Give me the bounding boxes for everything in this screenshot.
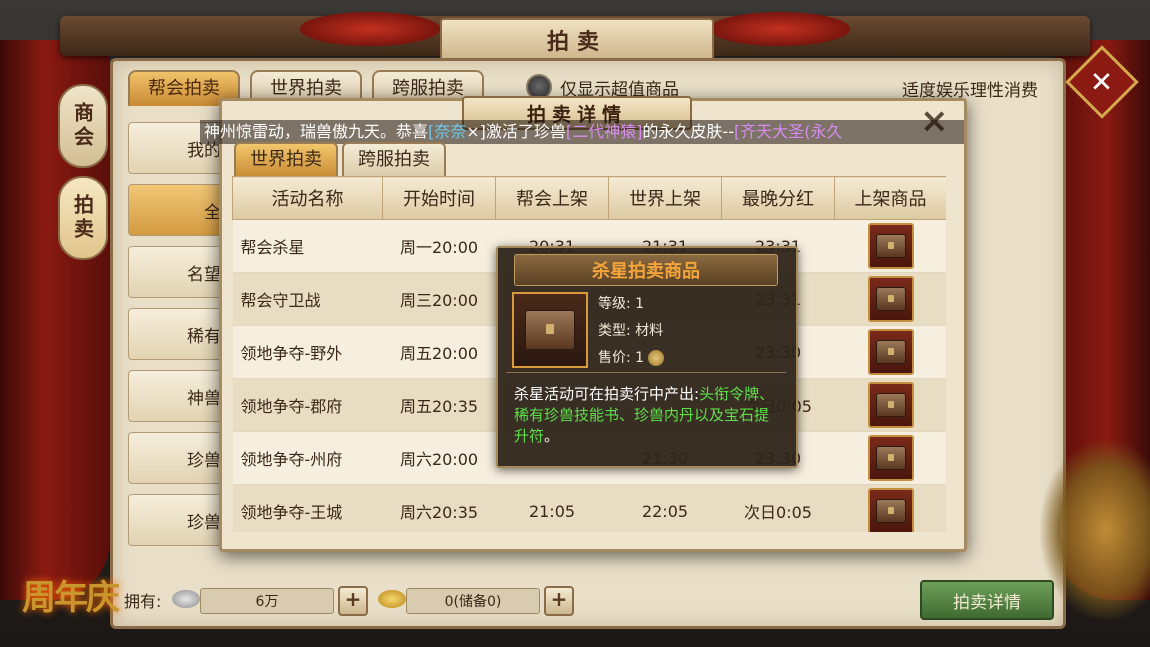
silver-ingot-icon: [172, 590, 200, 608]
right-ribbon-decoration: [710, 12, 850, 46]
category-item[interactable]: 全: [128, 184, 228, 236]
tooltip-price-row: 售价: 1: [598, 347, 665, 367]
start-time: 周六20:00: [382, 431, 496, 485]
treasure-chest-icon[interactable]: [867, 276, 914, 322]
category-item[interactable]: 珍兽: [128, 432, 228, 484]
column-header: 开始时间: [382, 176, 496, 220]
event-name: 帮会杀星: [232, 219, 383, 273]
tooltip-price: 售价: 1: [598, 350, 645, 366]
item-cell: [834, 219, 946, 273]
item-cell: [834, 325, 946, 379]
tooltip-description: 杀星活动可在拍卖行中产出:头衔令牌、稀有珍兽技能书、珍兽内丹以及宝石提升符。: [514, 384, 782, 447]
treasure-chest-icon[interactable]: [867, 329, 914, 375]
treasure-chest-icon[interactable]: [867, 382, 914, 428]
item-cell: [834, 431, 946, 485]
table-header-row: 活动名称 开始时间 帮会上架 世界上架 最晚分红 上架商品: [232, 176, 946, 220]
treasure-chest-icon: [512, 292, 588, 368]
desc-suffix: 。: [544, 427, 560, 445]
tooltip-level: 等级: 1: [598, 296, 645, 312]
dialog-tab-cross-server[interactable]: 跨服拍卖: [342, 142, 446, 176]
own-label: 拥有:: [124, 592, 162, 611]
dialog-tabs: 世界拍卖 跨服拍卖: [234, 142, 446, 176]
item-cell: [834, 378, 946, 432]
event-name: 领地争夺-州府: [232, 431, 383, 485]
event-name: 领地争夺-王城: [232, 484, 383, 532]
broadcast-skin: [齐天大圣(永久: [733, 122, 843, 141]
column-header: 世界上架: [608, 176, 722, 220]
event-name: 领地争夺-野外: [232, 325, 383, 379]
guild-list-time: 21:05: [495, 484, 609, 532]
add-gold-button[interactable]: +: [544, 586, 574, 616]
gold-ingot-icon: [378, 590, 406, 608]
system-broadcast: 神州惊雷动，瑞兽傲九天。恭喜[奈奈×]激活了珍兽[二代神猿]的永久皮肤--[齐天…: [200, 120, 964, 144]
start-time: 周五20:00: [382, 325, 496, 379]
start-time: 周五20:35: [382, 378, 496, 432]
broadcast-prefix: 神州惊雷动，瑞兽傲九天。恭喜: [204, 122, 429, 141]
category-item[interactable]: 珍兽: [128, 494, 228, 546]
treasure-chest-icon[interactable]: [867, 488, 914, 532]
coin-icon: [648, 350, 665, 366]
start-time: 周三20:00: [382, 272, 496, 326]
close-icon: ✕: [1090, 65, 1114, 99]
category-item[interactable]: 名望: [128, 246, 228, 298]
bonus-time: 次日0:05: [721, 484, 835, 532]
item-cell: [834, 484, 946, 532]
column-header: 最晚分红: [721, 176, 835, 220]
category-item[interactable]: 神兽: [128, 370, 228, 422]
event-name: 帮会守卫战: [232, 272, 383, 326]
left-ribbon-decoration: [300, 12, 440, 46]
desc-prefix: 杀星活动可在拍卖行中产出:: [514, 385, 700, 403]
broadcast-mid2: 的永久皮肤--: [642, 122, 734, 141]
gold-amount: 0(储备0): [406, 588, 540, 614]
tooltip-divider: [506, 372, 786, 373]
auction-detail-button[interactable]: 拍卖详情: [920, 580, 1054, 620]
item-cell: [834, 272, 946, 326]
event-name: 领地争夺-郡府: [232, 378, 383, 432]
broadcast-mid1: ×]激活了珍兽: [466, 122, 566, 141]
side-tab-chamber[interactable]: 商会: [58, 84, 108, 168]
anniversary-logo: 周年庆: [22, 578, 120, 618]
column-header: 帮会上架: [495, 176, 609, 220]
treasure-chest-icon[interactable]: [867, 435, 914, 481]
category-item[interactable]: 稀有: [128, 308, 228, 360]
tooltip-title: 杀星拍卖商品: [514, 254, 778, 286]
column-header: 活动名称: [232, 176, 383, 220]
treasure-chest-icon[interactable]: [867, 223, 914, 269]
start-time: 周一20:00: [382, 219, 496, 273]
broadcast-pet: [二代神猿]: [565, 122, 643, 141]
dialog-tab-world[interactable]: 世界拍卖: [234, 142, 338, 176]
add-silver-button[interactable]: +: [338, 586, 368, 616]
column-header: 上架商品: [834, 176, 946, 220]
dragon-decoration: [1040, 440, 1150, 620]
broadcast-player: [奈奈: [428, 122, 467, 141]
tooltip-type: 类型: 材料: [598, 323, 664, 339]
world-list-time: 22:05: [608, 484, 722, 532]
side-tab-auction[interactable]: 拍卖: [58, 176, 108, 260]
table-row: 领地争夺-王城 周六20:35 21:05 22:05 次日0:05: [232, 484, 946, 532]
silver-amount: 6万: [200, 588, 334, 614]
start-time: 周六20:35: [382, 484, 496, 532]
window-title: 拍卖: [440, 18, 714, 62]
